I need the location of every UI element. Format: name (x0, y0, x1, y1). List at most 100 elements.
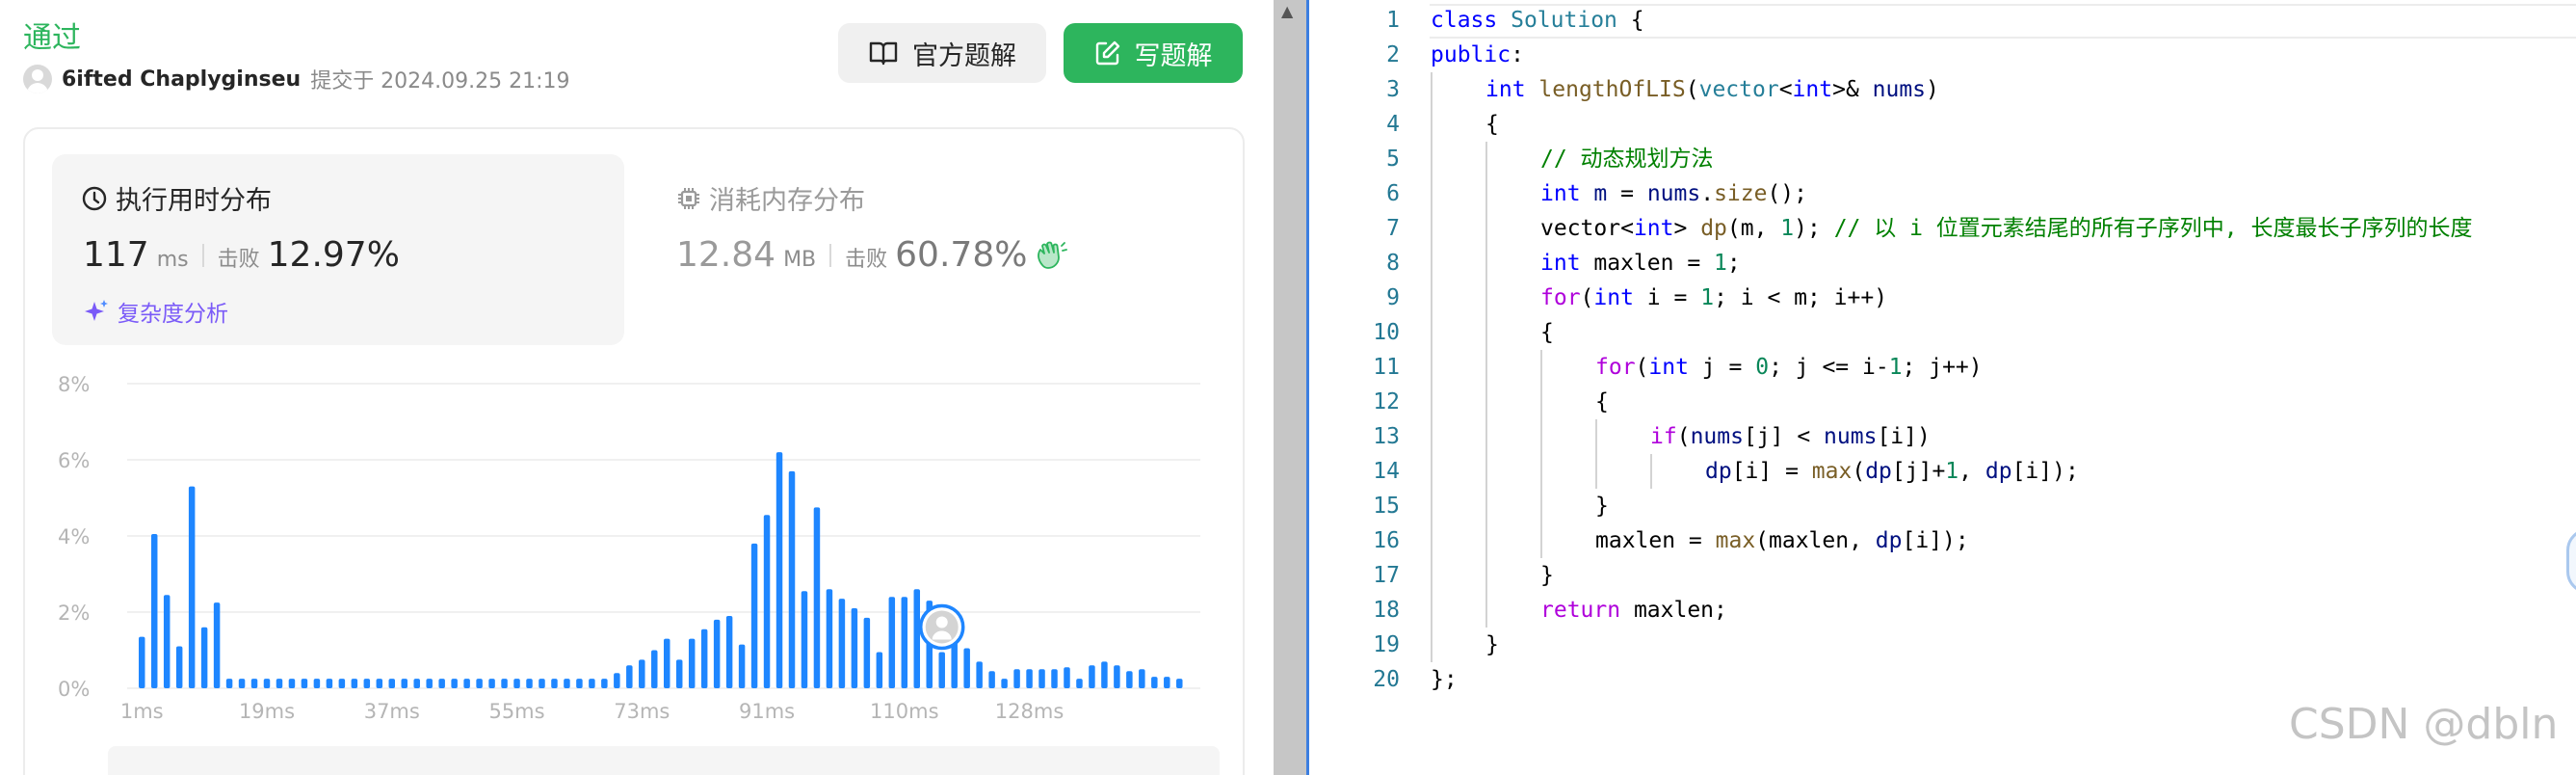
code-line[interactable]: 17} (1309, 558, 2576, 593)
indent-guide (1485, 454, 1487, 489)
code-line[interactable]: 16 maxlen = max(maxlen, dp[i]); (1309, 523, 2576, 558)
indent-guide (1431, 385, 1433, 419)
runtime-title: 执行用时分布 (81, 179, 272, 217)
code-line[interactable]: 13 if(nums[j] < nums[i]) (1309, 419, 2576, 454)
code-token: j = (1688, 355, 1756, 380)
line-number: 10 (1373, 320, 1400, 345)
code-line[interactable]: 20}; (1309, 662, 2576, 697)
code-text: dp[i] = max(dp[j]+1, dp[i]); (1705, 454, 2079, 489)
x-tick-label: 19ms (239, 700, 295, 723)
line-number: 9 (1386, 285, 1400, 310)
chart-bar (1026, 669, 1033, 688)
indent-guide (1485, 558, 1487, 593)
indent-guide (1431, 246, 1433, 281)
chart-bar (763, 515, 771, 688)
chart-bar (725, 615, 733, 688)
code-token: max (1811, 459, 1853, 484)
code-line[interactable]: 18 return maxlen; (1309, 593, 2576, 628)
tab-memory[interactable]: 消耗内存分布 12.84 MB 击败 60.78% (674, 154, 1214, 345)
tab-runtime[interactable]: 执行用时分布 117 ms 击败 12.97% 复杂度分析 (52, 154, 624, 345)
code-editor[interactable]: 1 class Solution { 2 public: 3 int lengthOfLI… (1309, 0, 2576, 775)
code-line[interactable]: 10 { (1309, 315, 2576, 350)
y-tick-label: 8% (58, 373, 90, 396)
code-line[interactable]: 6 int m = nums.size(); (1309, 176, 2576, 211)
code-line[interactable]: 7 vector<int> dp(m, 1); // 以 i 位置元素结尾的所有子… (1309, 211, 2576, 246)
code-token: nums (1690, 424, 1744, 449)
indent-guide (1595, 454, 1597, 489)
y-tick-label: 4% (58, 525, 90, 548)
code-line[interactable]: 9 for(int i = 1; i < m; i++) (1309, 281, 2576, 315)
code-line[interactable]: 12 { (1309, 385, 2576, 419)
chart-bar (175, 646, 183, 688)
code-token: = (1607, 181, 1647, 206)
chart-bar (1013, 669, 1020, 688)
code-text: int m = nums.size(); (1540, 176, 1807, 211)
memory-unit: MB (783, 248, 817, 272)
code-token: int (1485, 77, 1526, 102)
chart-bar (938, 652, 945, 688)
chart-bar (476, 679, 483, 688)
line-number: 19 (1373, 632, 1400, 657)
code-token: . (1700, 181, 1715, 206)
official-solution-label: 官方题解 (912, 40, 1016, 71)
chart-bar (188, 486, 196, 688)
chart-bar (451, 679, 458, 688)
code-token: int (1633, 216, 1674, 241)
code-line[interactable]: 8 int maxlen = 1; (1309, 246, 2576, 281)
write-solution-button[interactable]: 写题解 (1064, 23, 1243, 83)
indent-guide (1431, 142, 1433, 176)
code-line[interactable]: 3 int lengthOfLIS(vector<int>& nums) (1309, 72, 2576, 107)
memory-title-label: 消耗内存分布 (709, 186, 865, 216)
user-name[interactable]: 6ifted Chaplyginseu (62, 67, 301, 92)
x-tick-label: 1ms (120, 700, 164, 723)
line-number: 6 (1386, 181, 1400, 206)
line-number: 18 (1373, 598, 1400, 623)
code-token: max (1715, 528, 1756, 553)
code-line[interactable]: 14 dp[i] = max(dp[j]+1, dp[i]); (1309, 454, 2576, 489)
code-token: { (1617, 8, 1644, 33)
write-solution-label: 写题解 (1134, 40, 1213, 71)
line-number: 2 (1386, 42, 1400, 67)
official-solution-button[interactable]: 官方题解 (838, 23, 1046, 83)
user-avatar-icon[interactable] (23, 65, 52, 94)
complexity-analysis-link[interactable]: 复杂度分析 (83, 295, 228, 328)
code-token: // 以 i 位置元素结尾的所有子序列中, 长度最长子序列的长度 (1833, 216, 2473, 241)
code-token: maxlen = (1580, 251, 1715, 276)
code-token: dp (1865, 459, 1892, 484)
code-line[interactable]: 4{ (1309, 107, 2576, 142)
indent-guide (1485, 350, 1487, 385)
code-token: nums (1646, 181, 1701, 206)
code-line[interactable]: 5 // 动态规划方法 (1309, 142, 2576, 176)
chart-scroll-bar[interactable] (108, 746, 1220, 775)
code-token: : (1511, 42, 1524, 67)
code-token: ( (1852, 459, 1866, 484)
scroll-up-arrow-icon[interactable]: ▲ (1281, 2, 1293, 20)
chart-bar (238, 679, 246, 688)
code-token: public (1431, 42, 1511, 67)
code-line[interactable]: 11 for(int j = 0; j <= i-1; j++) (1309, 350, 2576, 385)
code-token: [i]); (1902, 528, 1969, 553)
code-token: 1 (1714, 251, 1727, 276)
user-marker-head (935, 616, 948, 628)
line-number: 13 (1373, 424, 1400, 449)
chart-bar (1151, 677, 1158, 688)
code-line[interactable]: 2 public: (1309, 38, 2576, 72)
code-token: 1 (1945, 459, 1959, 484)
code-text: } (1485, 628, 1499, 662)
code-token: ( (1676, 424, 1691, 449)
code-text: int lengthOfLIS(vector<int>& nums) (1485, 72, 1939, 107)
code-line[interactable]: 1 class Solution { (1309, 3, 2576, 38)
code-token: [j] < (1743, 424, 1825, 449)
code-token: ( (1635, 355, 1649, 380)
indent-guide (1431, 176, 1433, 211)
panel-scrollbar[interactable] (1274, 0, 1306, 775)
runtime-beat-label: 击败 (217, 248, 260, 272)
chart-bar (163, 595, 171, 688)
code-token: , (1958, 459, 1985, 484)
code-line[interactable]: 15} (1309, 489, 2576, 523)
code-line[interactable]: 19} (1309, 628, 2576, 662)
chart-bar (1126, 671, 1133, 688)
chart-bar (551, 679, 558, 688)
runtime-title-label: 执行用时分布 (116, 186, 272, 216)
indent-guide (1431, 107, 1433, 142)
